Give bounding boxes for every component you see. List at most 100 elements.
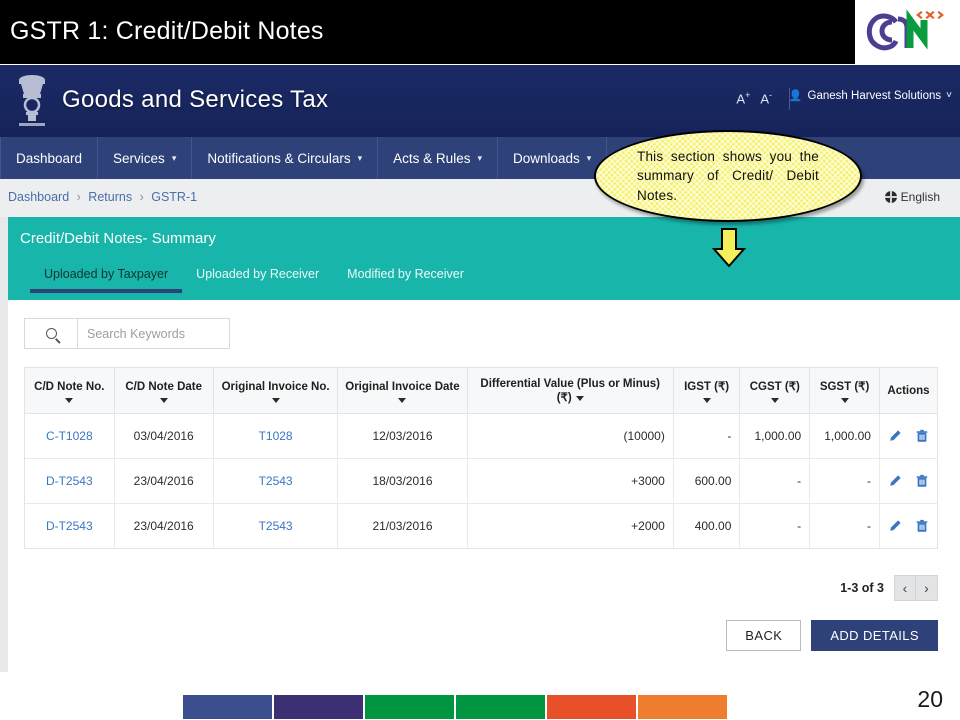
cell-cd-note-date: 03/04/2016 bbox=[114, 413, 214, 459]
chevron-down-icon: ˅ bbox=[946, 90, 952, 101]
chevron-down-icon: ▾ bbox=[586, 152, 592, 163]
pagination-label: 1-3 of 3 bbox=[840, 581, 884, 595]
search-input[interactable] bbox=[78, 318, 230, 349]
delete-icon[interactable] bbox=[915, 429, 929, 443]
cd-note-link[interactable]: D-T2543 bbox=[46, 474, 93, 488]
language-label: English bbox=[900, 190, 940, 204]
footer-bar bbox=[365, 695, 454, 719]
cell-original-invoice-no[interactable]: T2543 bbox=[213, 458, 339, 504]
cell-differential-value: +3000 bbox=[467, 458, 674, 504]
column-label: SGST (₹) bbox=[819, 381, 870, 394]
pagination-next-button[interactable]: › bbox=[916, 575, 938, 601]
delete-icon[interactable] bbox=[915, 474, 929, 488]
form-actions: BACK ADD DETAILS bbox=[726, 620, 938, 651]
cell-sgst: - bbox=[809, 503, 880, 549]
cell-cd-note-date: 23/04/2016 bbox=[114, 458, 214, 504]
annotation-arrow-down-icon bbox=[711, 228, 747, 268]
chevron-down-icon: ▾ bbox=[357, 152, 363, 163]
column-header-cd-note-date[interactable]: C/D Note Date bbox=[114, 368, 214, 414]
delete-icon[interactable] bbox=[915, 519, 929, 533]
india-emblem-icon bbox=[19, 75, 45, 126]
sort-caret-icon bbox=[159, 397, 168, 403]
tab-label: Modified by Receiver bbox=[347, 267, 464, 281]
cd-note-link[interactable]: D-T2543 bbox=[46, 519, 93, 533]
cell-original-invoice-date: 18/03/2016 bbox=[337, 458, 468, 504]
footer-color-bars bbox=[183, 695, 727, 719]
column-header-original-invoice-date[interactable]: Original Invoice Date bbox=[337, 368, 468, 414]
cell-igst: 600.00 bbox=[673, 458, 741, 504]
cell-sgst: - bbox=[809, 458, 880, 504]
add-details-button[interactable]: ADD DETAILS bbox=[811, 620, 938, 651]
nav-label: Acts & Rules bbox=[393, 150, 471, 166]
summary-panel-header: Credit/Debit Notes- Summary Uploaded by … bbox=[8, 217, 960, 300]
user-menu[interactable]: 👤 Ganesh Harvest Solutions ˅ bbox=[789, 89, 952, 103]
slide-title: GSTR 1: Credit/Debit Notes bbox=[10, 17, 324, 45]
nav-item-notifications-circulars[interactable]: Notifications & Circulars ▾ bbox=[192, 137, 379, 179]
column-label: C/D Note No. bbox=[34, 381, 105, 394]
slide-title-bar: GSTR 1: Credit/Debit Notes bbox=[0, 0, 960, 64]
edit-icon[interactable] bbox=[888, 519, 902, 533]
search-button[interactable] bbox=[24, 318, 78, 349]
column-header-differential-value[interactable]: Differential Value (Plus or Minus) (₹) bbox=[467, 368, 674, 414]
breadcrumb-item-dashboard[interactable]: Dashboard bbox=[8, 190, 69, 204]
left-rail bbox=[0, 217, 8, 672]
nav-item-acts-rules[interactable]: Acts & Rules ▾ bbox=[378, 137, 498, 179]
column-header-sgst[interactable]: SGST (₹) bbox=[809, 368, 880, 414]
cell-cd-note-no[interactable]: D-T2543 bbox=[25, 458, 115, 504]
back-button[interactable]: BACK bbox=[726, 620, 802, 651]
column-header-cd-note-no[interactable]: C/D Note No. bbox=[25, 368, 115, 414]
breadcrumb-separator: › bbox=[139, 190, 144, 204]
credit-debit-notes-table: C/D Note No. C/D Note Date Original Invo… bbox=[24, 367, 938, 550]
pagination-prev-button[interactable]: ‹ bbox=[894, 575, 916, 601]
edit-icon[interactable] bbox=[888, 429, 902, 443]
breadcrumb-item-gstr1[interactable]: GSTR-1 bbox=[151, 190, 197, 204]
column-header-igst[interactable]: IGST (₹) bbox=[673, 368, 741, 414]
cell-cd-note-no[interactable]: C-T1028 bbox=[25, 413, 115, 459]
breadcrumb: Dashboard › Returns › GSTR-1 bbox=[8, 190, 197, 204]
column-header-actions: Actions bbox=[879, 368, 937, 414]
nav-item-downloads[interactable]: Downloads ▾ bbox=[498, 137, 608, 179]
page-title: Credit/Debit Notes- Summary bbox=[20, 230, 216, 247]
footer-bar bbox=[274, 695, 363, 719]
cell-differential-value: +2000 bbox=[467, 503, 674, 549]
tab-uploaded-by-taxpayer[interactable]: Uploaded by Taxpayer bbox=[30, 267, 183, 293]
sort-caret-icon bbox=[271, 397, 280, 403]
edit-icon[interactable] bbox=[888, 474, 902, 488]
cell-actions bbox=[879, 458, 937, 504]
tab-modified-by-receiver[interactable]: Modified by Receiver bbox=[333, 267, 478, 293]
nav-item-dashboard[interactable]: Dashboard bbox=[0, 137, 99, 179]
sort-caret-icon bbox=[702, 397, 711, 403]
pagination-buttons: ‹ › bbox=[894, 575, 938, 601]
gstn-logo bbox=[855, 0, 960, 64]
gstn-logo-icon bbox=[866, 9, 944, 51]
invoice-link[interactable]: T2543 bbox=[259, 519, 293, 533]
font-decrease-button[interactable]: A- bbox=[760, 90, 772, 106]
cell-igst: 400.00 bbox=[673, 503, 741, 549]
cell-original-invoice-no[interactable]: T2543 bbox=[213, 503, 339, 549]
column-header-cgst[interactable]: CGST (₹) bbox=[739, 368, 811, 414]
cell-cgst: - bbox=[739, 458, 811, 504]
invoice-link[interactable]: T2543 bbox=[259, 474, 293, 488]
portal-header: Goods and Services Tax A+ A- 👤 Ganesh Ha… bbox=[0, 65, 960, 137]
cell-cd-note-no[interactable]: D-T2543 bbox=[25, 503, 115, 549]
tab-uploaded-by-receiver[interactable]: Uploaded by Receiver bbox=[182, 267, 333, 293]
language-selector[interactable]: English bbox=[884, 190, 940, 204]
slide-number: 20 bbox=[917, 686, 943, 712]
nav-label: Downloads bbox=[512, 150, 580, 166]
cell-cgst: 1,000.00 bbox=[739, 413, 811, 459]
cell-original-invoice-no[interactable]: T1028 bbox=[213, 413, 339, 459]
column-label: Original Invoice Date bbox=[345, 381, 460, 394]
column-header-original-invoice-no[interactable]: Original Invoice No. bbox=[213, 368, 339, 414]
font-increase-button[interactable]: A+ bbox=[736, 90, 750, 106]
search-bar bbox=[24, 318, 230, 349]
invoice-link[interactable]: T1028 bbox=[259, 429, 293, 443]
cd-note-link[interactable]: C-T1028 bbox=[46, 429, 93, 443]
table-header-row: C/D Note No. C/D Note Date Original Invo… bbox=[25, 368, 937, 414]
nav-item-services[interactable]: Services ▾ bbox=[98, 137, 193, 179]
breadcrumb-separator: › bbox=[76, 190, 81, 204]
cell-cd-note-date: 23/04/2016 bbox=[114, 503, 214, 549]
breadcrumb-item-returns[interactable]: Returns bbox=[88, 190, 132, 204]
footer-bar bbox=[638, 695, 727, 719]
cell-original-invoice-date: 12/03/2016 bbox=[337, 413, 468, 459]
search-icon bbox=[45, 328, 57, 339]
